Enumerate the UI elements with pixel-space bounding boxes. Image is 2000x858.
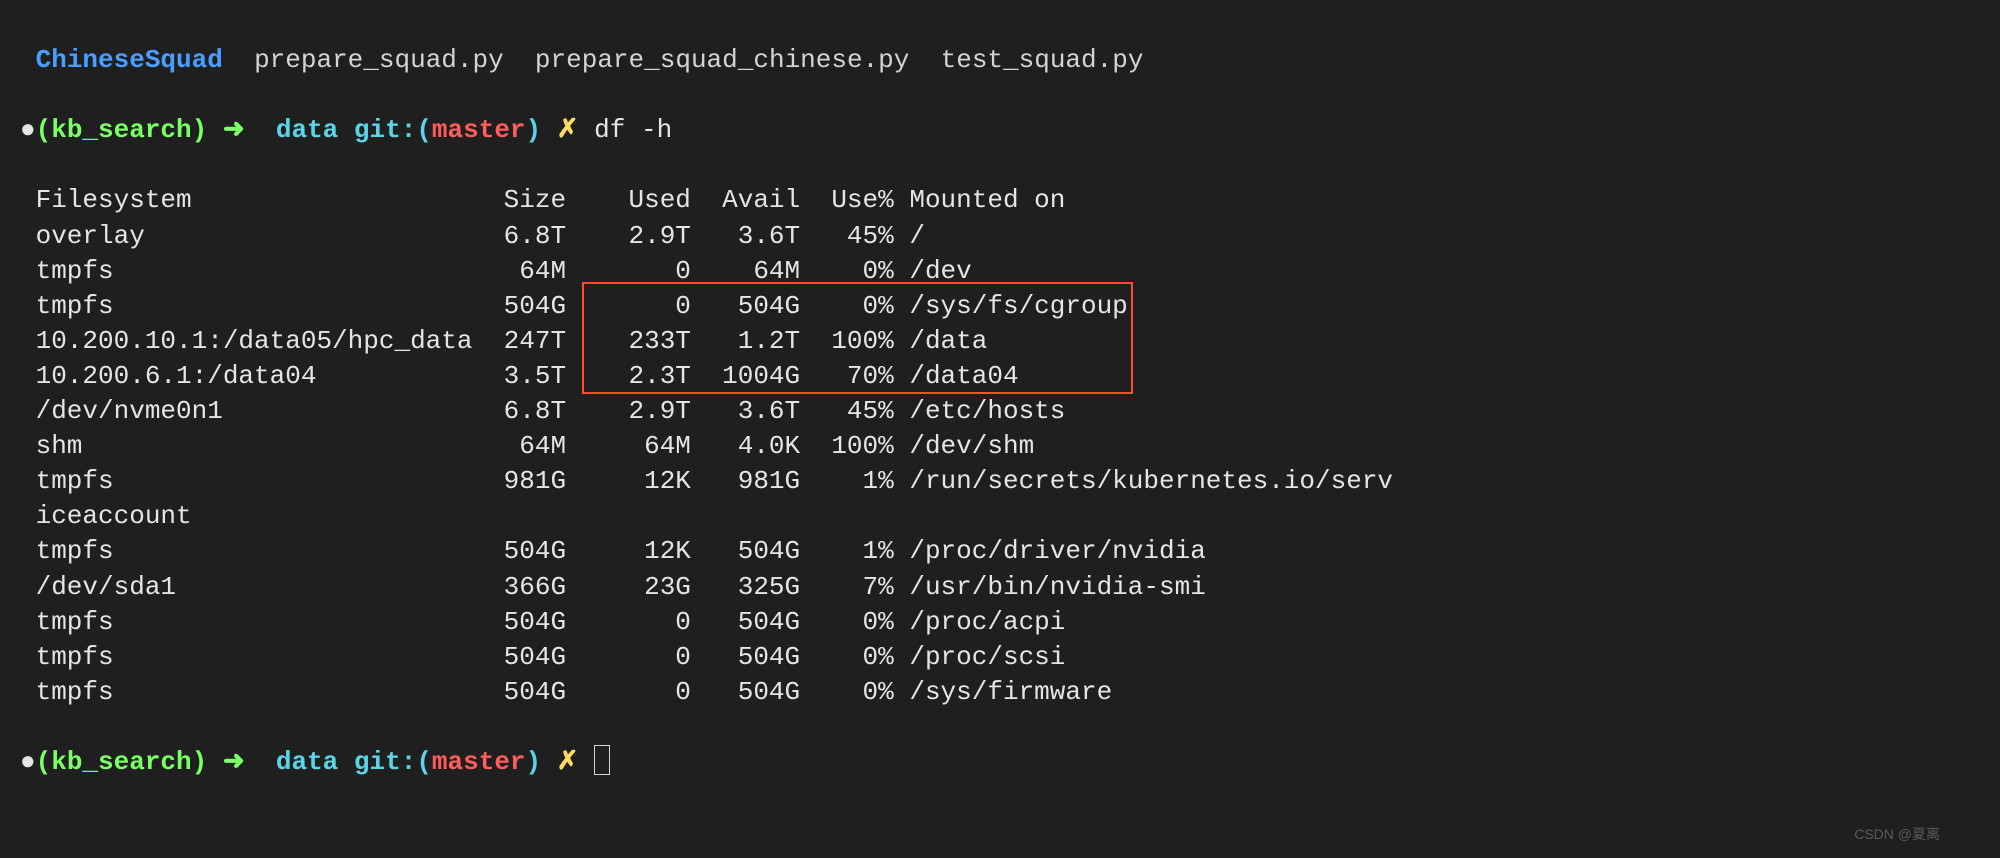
watermark-text: CSDN @夏离: [1854, 825, 1940, 844]
df-output: Filesystem Size Used Avail Use% Mounted …: [20, 183, 2000, 709]
cursor-icon: [594, 745, 610, 775]
prompt-line-1: ●(kb_search) ➜ data git:(master) ✗ df -h: [20, 113, 2000, 148]
prompt-line-2[interactable]: ●(kb_search) ➜ data git:(master) ✗: [20, 745, 2000, 780]
ls-output-line: ChineseSquad prepare_squad.py prepare_sq…: [20, 43, 2000, 78]
command-text: df -h: [594, 115, 672, 145]
terminal-content[interactable]: ChineseSquad prepare_squad.py prepare_sq…: [0, 0, 2000, 858]
ls-dir: ChineseSquad: [36, 45, 223, 75]
